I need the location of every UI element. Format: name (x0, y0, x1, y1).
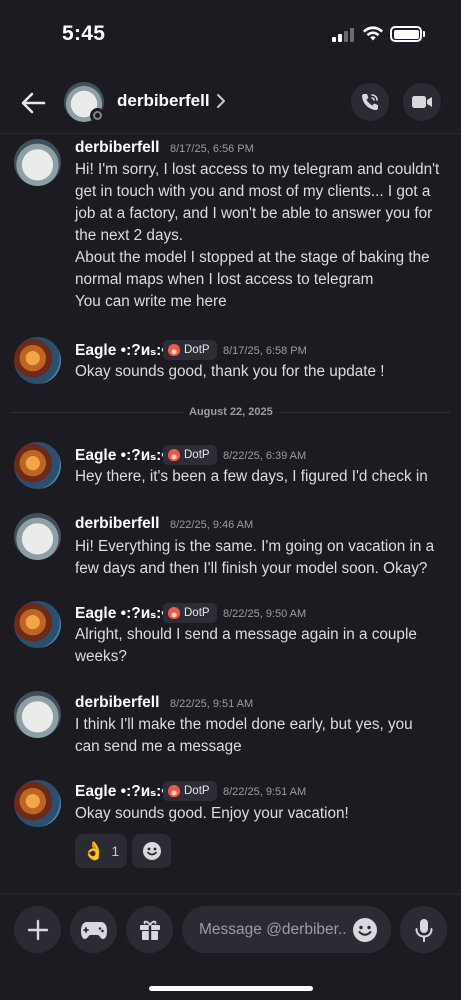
message-author[interactable]: Eagle •:?ᴎₛ:• (75, 446, 167, 465)
video-call-button[interactable] (403, 83, 441, 121)
ok-hand-icon: 👌 (82, 840, 106, 861)
message-author[interactable]: derbiberfell (75, 139, 159, 157)
message-timestamp: 8/22/25, 6:39 AM (223, 450, 307, 462)
back-button[interactable] (18, 88, 48, 118)
chat-header: derbiberfell (0, 70, 461, 134)
plus-icon (27, 919, 48, 940)
date-divider-label: August 22, 2025 (183, 406, 279, 418)
attach-button[interactable] (14, 906, 61, 953)
message-input[interactable] (199, 906, 349, 953)
flame-icon (168, 449, 180, 461)
battery-tip (423, 31, 425, 37)
microphone-icon (415, 918, 432, 942)
header-username[interactable]: derbiberfell (117, 91, 210, 111)
flame-icon (168, 607, 180, 619)
message-timestamp: 8/17/25, 6:56 PM (170, 143, 254, 155)
avatar-eagle[interactable] (14, 601, 61, 648)
flame-icon (168, 344, 180, 356)
guild-tag-badge[interactable]: DotP (163, 445, 217, 465)
gift-icon (139, 920, 160, 940)
avatar-derbiberfell[interactable] (14, 691, 61, 738)
message-text: I think I'll make the model done early, … (75, 716, 413, 755)
battery-icon (390, 26, 422, 42)
message-text: Hey there, it's been a few days, I figur… (75, 468, 428, 485)
guild-tag-badge[interactable]: DotP (163, 781, 217, 801)
message-text: Okay sounds good. Enjoy your vacation! (75, 805, 349, 822)
offline-status-icon (90, 108, 105, 123)
message-text: Hi! Everything is the same. I'm going on… (75, 538, 435, 577)
avatar-derbiberfell[interactable] (14, 513, 61, 560)
message-timestamp: 8/17/25, 6:58 PM (223, 345, 307, 357)
message-author[interactable]: Eagle •:?ᴎₛ:• (75, 604, 167, 623)
message-timestamp: 8/22/25, 9:50 AM (223, 608, 307, 620)
flame-icon (168, 785, 180, 797)
cellular-signal-icon (332, 28, 354, 42)
reaction-ok-hand[interactable]: 👌 1 (75, 834, 127, 868)
reaction-count: 1 (111, 843, 120, 859)
activities-button[interactable] (70, 906, 117, 953)
status-bar: 5:45 (0, 0, 461, 70)
message-author[interactable]: derbiberfell (75, 694, 159, 712)
message-timestamp: 8/22/25, 9:51 AM (223, 786, 307, 798)
message-timestamp: 8/22/25, 9:51 AM (170, 698, 254, 710)
message-text: Okay sounds good, thank you for the upda… (75, 363, 385, 380)
message-input-container[interactable] (182, 906, 391, 953)
status-time: 5:45 (62, 22, 106, 45)
arrow-left-icon (21, 92, 46, 114)
guild-tag-badge[interactable]: DotP (163, 603, 217, 623)
gift-button[interactable] (126, 906, 173, 953)
message-timestamp: 8/22/25, 9:46 AM (170, 519, 254, 531)
chevron-right-icon[interactable] (216, 93, 226, 109)
voice-message-button[interactable] (400, 906, 447, 953)
message-author[interactable]: derbiberfell (75, 515, 159, 533)
voice-call-button[interactable] (351, 83, 389, 121)
avatar-eagle[interactable] (14, 337, 61, 384)
wifi-icon (363, 26, 383, 41)
video-camera-icon (412, 96, 432, 108)
smiley-icon (142, 842, 161, 860)
message-author[interactable]: Eagle •:?ᴎₛ:• (75, 782, 167, 801)
guild-tag-badge[interactable]: DotP (163, 340, 217, 360)
message-text: Alright, should I send a message again i… (75, 626, 417, 665)
message-composer (0, 893, 461, 1000)
avatar-derbiberfell[interactable] (14, 139, 61, 186)
game-controller-icon (80, 921, 107, 939)
add-reaction-button[interactable] (132, 834, 171, 868)
message-text: You can write me here (75, 293, 227, 310)
phone-icon (362, 94, 378, 110)
message-author[interactable]: Eagle •:?ᴎₛ:• (75, 341, 167, 360)
emoji-picker-icon[interactable] (352, 917, 378, 943)
message-text: Hi! I'm sorry, I lost access to my teleg… (75, 161, 440, 288)
avatar-eagle[interactable] (14, 780, 61, 827)
avatar-eagle[interactable] (14, 442, 61, 489)
home-indicator (149, 986, 313, 991)
